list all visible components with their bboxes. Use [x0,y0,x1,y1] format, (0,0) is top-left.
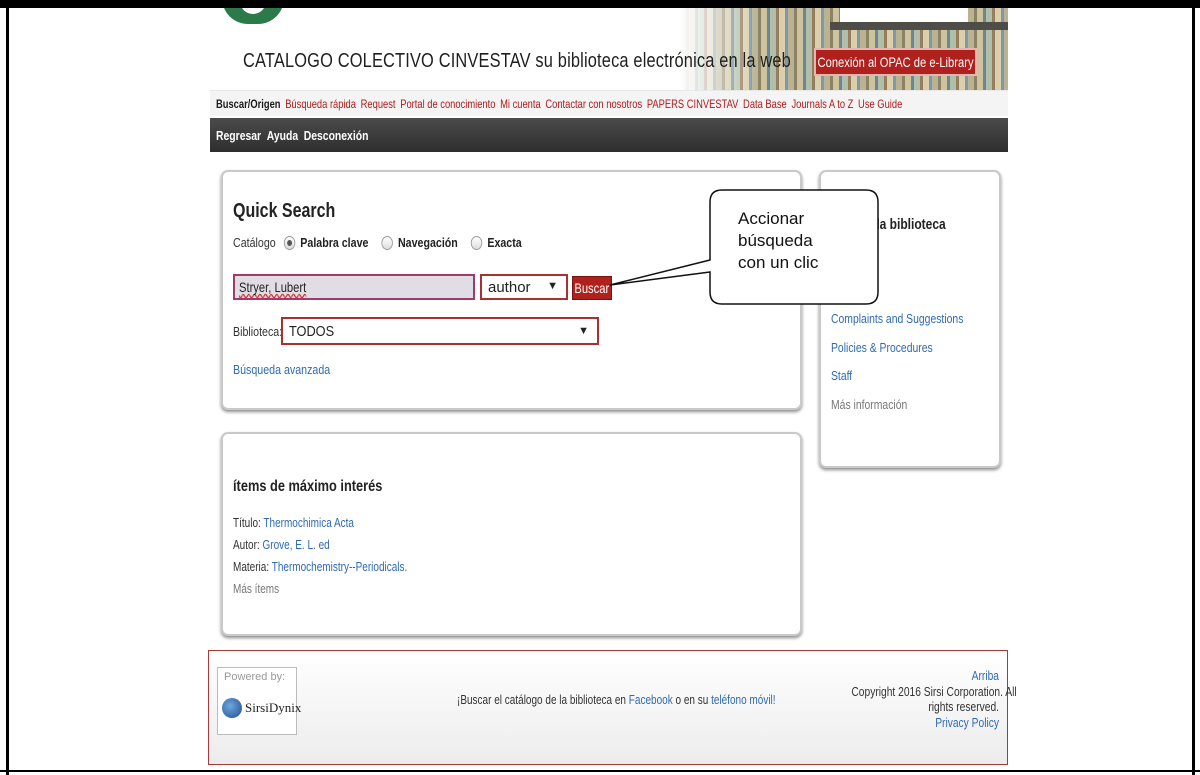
catalog-label: Catálogo [233,235,276,250]
nav-buscar-origen[interactable]: Buscar/Origen [216,97,281,111]
nav-portal-conocimiento[interactable]: Portal de conocimiento [400,97,495,111]
nav-request[interactable]: Request [361,97,396,111]
featured-item-row: Título: Thermochimica Acta [233,516,354,530]
desconexion-link[interactable]: Desconexión [304,128,369,143]
nav-data-base[interactable]: Data Base [743,97,787,111]
footer-legal: Arriba Copyright 2016 Sirsi Corporation.… [851,669,1017,730]
main-nav: Buscar/Origen Búsqueda rápida Request Po… [210,90,1008,116]
search-input[interactable]: Stryer, Lubert [233,274,475,300]
mobile-link[interactable]: teléfono móvil! [711,693,775,707]
featured-items-panel: ítems de máximo interés Título: Thermoch… [221,432,802,636]
dropdown-arrow-icon: ▼ [578,325,589,337]
info-link-complaints[interactable]: Complaints and Suggestions [831,309,967,338]
radio-palabra-clave[interactable] [283,235,296,250]
more-info-link[interactable]: Más información [831,395,967,424]
buscar-button[interactable]: Buscar [572,276,612,300]
search-field-select[interactable]: author ▼ [480,274,568,300]
regresar-link[interactable]: Regresar [216,128,261,143]
nav-use-guide[interactable]: Use Guide [858,97,902,111]
title-link[interactable]: Thermochimica Acta [263,516,354,530]
site-header: CATALOGO COLECTIVO CINVESTAV su bibliote… [210,8,1008,90]
opac-connection-button[interactable]: Conexión al OPAC de e-Library [814,48,977,76]
quick-search-title: Quick Search [233,200,336,222]
dropdown-arrow-icon: ▼ [547,280,558,292]
site-title: CATALOGO COLECTIVO CINVESTAV su bibliote… [243,50,791,72]
author-link[interactable]: Grove, E. L. ed [262,538,329,552]
option-palabra-clave-label: Palabra clave [300,235,369,250]
catalog-options: Catálogo Palabra clave Navegación Exacta [233,235,527,250]
nav-papers-cinvestav[interactable]: PAPERS CINVESTAV [647,97,739,111]
advanced-search-link[interactable]: Búsqueda avanzada [233,362,330,377]
cinvestav-logo [222,8,284,24]
nav-journals-a-to-z[interactable]: Journals A to Z [791,97,853,111]
powered-by-badge[interactable]: Powered by: SirsiDynix [217,667,301,735]
footer-social-text: ¡Buscar el catálogo de la biblioteca en … [457,693,776,707]
nav-contactar[interactable]: Contactar con nosotros [545,97,642,111]
more-items-link[interactable]: Más ítems [233,580,407,602]
option-exacta-label: Exacta [487,235,522,250]
ayuda-link[interactable]: Ayuda [267,128,298,143]
privacy-policy-link[interactable]: Privacy Policy [935,716,999,730]
option-navegacion-label: Navegación [397,235,458,250]
featured-item-row: Autor: Grove, E. L. ed [233,538,330,552]
callout-text: Accionar búsqueda con un clic [738,209,819,272]
page-footer: Powered by: SirsiDynix ¡Buscar el catálo… [208,650,1017,765]
info-link-staff[interactable]: Staff [831,366,967,395]
featured-items-title: ítems de máximo interés [233,478,383,495]
radio-exacta[interactable] [470,235,483,250]
subject-link[interactable]: Thermochemistry--Periodicals. [272,560,408,574]
nav-busqueda-rapida[interactable]: Búsqueda rápida [285,97,356,111]
radio-navegacion[interactable] [381,235,394,250]
library-row: Biblioteca: TODOS ▼ [233,317,599,345]
featured-item-row: Materia: Thermochemistry--Periodicals. [233,560,408,574]
back-to-top-link[interactable]: Arriba [972,669,999,683]
library-select[interactable]: TODOS ▼ [281,317,599,345]
info-link-policies[interactable]: Policies & Procedures [831,338,967,367]
nav-mi-cuenta[interactable]: Mi cuenta [500,97,541,111]
library-label: Biblioteca: [233,323,283,339]
session-toolbar: Regresar Ayuda Desconexión [210,118,1008,152]
sirsidynix-globe-icon [222,698,242,718]
sirsidynix-logo-text: SirsiDynix [245,700,302,715]
facebook-link[interactable]: Facebook [629,693,673,707]
